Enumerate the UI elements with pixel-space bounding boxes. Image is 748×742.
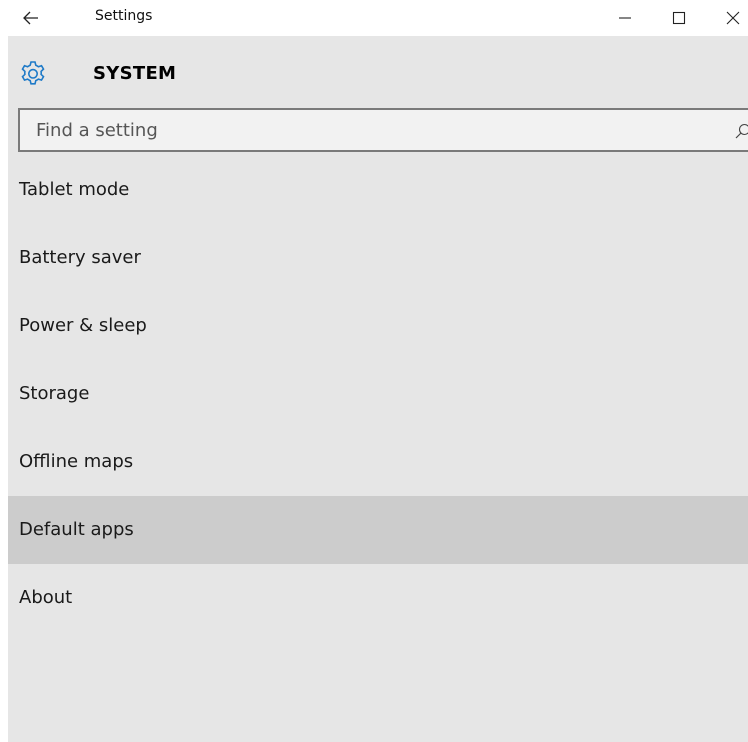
nav-item-storage[interactable]: Storage — [8, 360, 748, 428]
search-input[interactable] — [20, 110, 748, 150]
close-icon — [726, 11, 740, 25]
nav-item-label: About — [19, 587, 73, 608]
system-nav-list: Tablet mode Battery saver Power & sleep … — [8, 156, 748, 632]
page-header: SYSTEM — [8, 56, 748, 96]
nav-item-about[interactable]: About — [8, 564, 748, 632]
nav-item-label: Power & sleep — [19, 315, 147, 336]
nav-item-default-apps[interactable]: Default apps — [8, 496, 748, 564]
search-box[interactable] — [18, 108, 748, 152]
gear-icon — [21, 61, 45, 85]
nav-item-label: Default apps — [19, 519, 134, 540]
nav-item-label: Battery saver — [19, 247, 141, 268]
nav-item-battery-saver[interactable]: Battery saver — [8, 224, 748, 292]
minimize-icon — [619, 17, 631, 19]
nav-item-tablet-mode[interactable]: Tablet mode — [8, 156, 748, 224]
back-button[interactable] — [16, 8, 46, 32]
nav-item-offline-maps[interactable]: Offline maps — [8, 428, 748, 496]
search-icon[interactable] — [734, 122, 748, 140]
close-button[interactable] — [716, 8, 748, 32]
nav-item-label: Storage — [19, 383, 90, 404]
maximize-button[interactable] — [662, 8, 696, 32]
page-title: SYSTEM — [93, 63, 177, 84]
settings-window: Settings SYSTEM Find a setting Tablet mo… — [8, 8, 748, 742]
minimize-button[interactable] — [608, 8, 642, 32]
nav-item-label: Tablet mode — [19, 179, 130, 200]
arrow-left-icon — [23, 11, 38, 25]
maximize-icon — [672, 11, 686, 25]
window-title: Settings — [95, 8, 153, 24]
nav-item-label: Offline maps — [19, 451, 134, 472]
title-bar: Settings — [8, 8, 748, 36]
nav-item-power-sleep[interactable]: Power & sleep — [8, 292, 748, 360]
